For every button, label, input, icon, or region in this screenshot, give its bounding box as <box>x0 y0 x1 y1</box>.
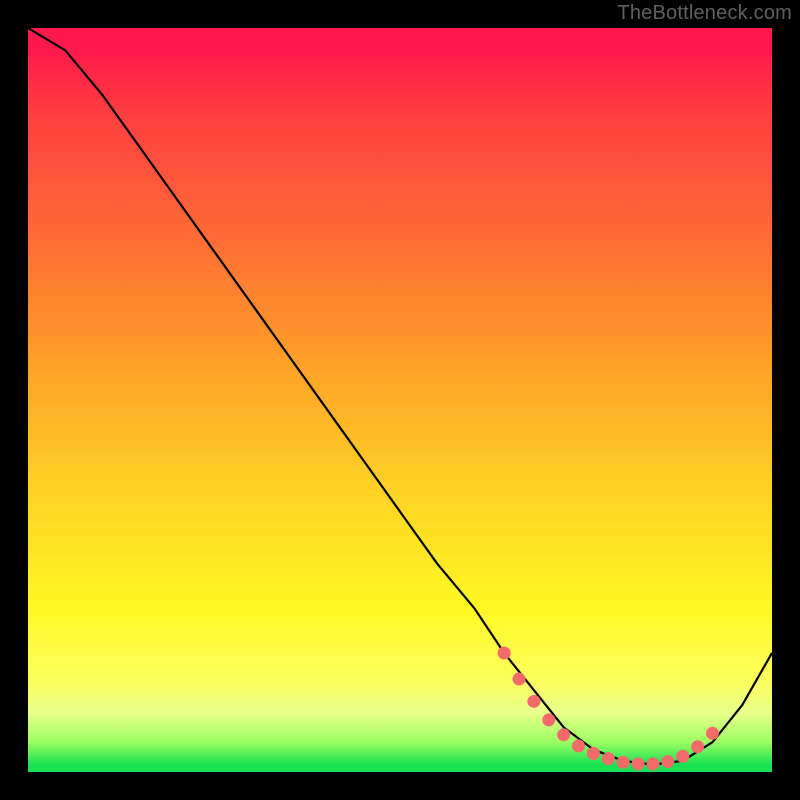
marker-dot <box>632 757 645 770</box>
marker-dot <box>646 757 659 770</box>
marker-dot <box>676 750 689 763</box>
marker-dot <box>617 756 630 769</box>
curve-line <box>28 28 772 765</box>
marker-dot <box>661 755 674 768</box>
marker-dot <box>706 727 719 740</box>
chart-stage: TheBottleneck.com <box>0 0 800 800</box>
marker-dot <box>498 646 511 659</box>
watermark-text: TheBottleneck.com <box>617 2 792 25</box>
marker-dot <box>691 740 704 753</box>
marker-dot <box>602 752 615 765</box>
marker-dot <box>587 747 600 760</box>
plot-area <box>28 28 772 772</box>
marker-dot <box>557 728 570 741</box>
marker-dot <box>527 695 540 708</box>
marker-dot <box>542 713 555 726</box>
marker-dot <box>572 739 585 752</box>
highlight-markers <box>498 646 719 770</box>
marker-dot <box>513 673 526 686</box>
chart-svg <box>28 28 772 772</box>
